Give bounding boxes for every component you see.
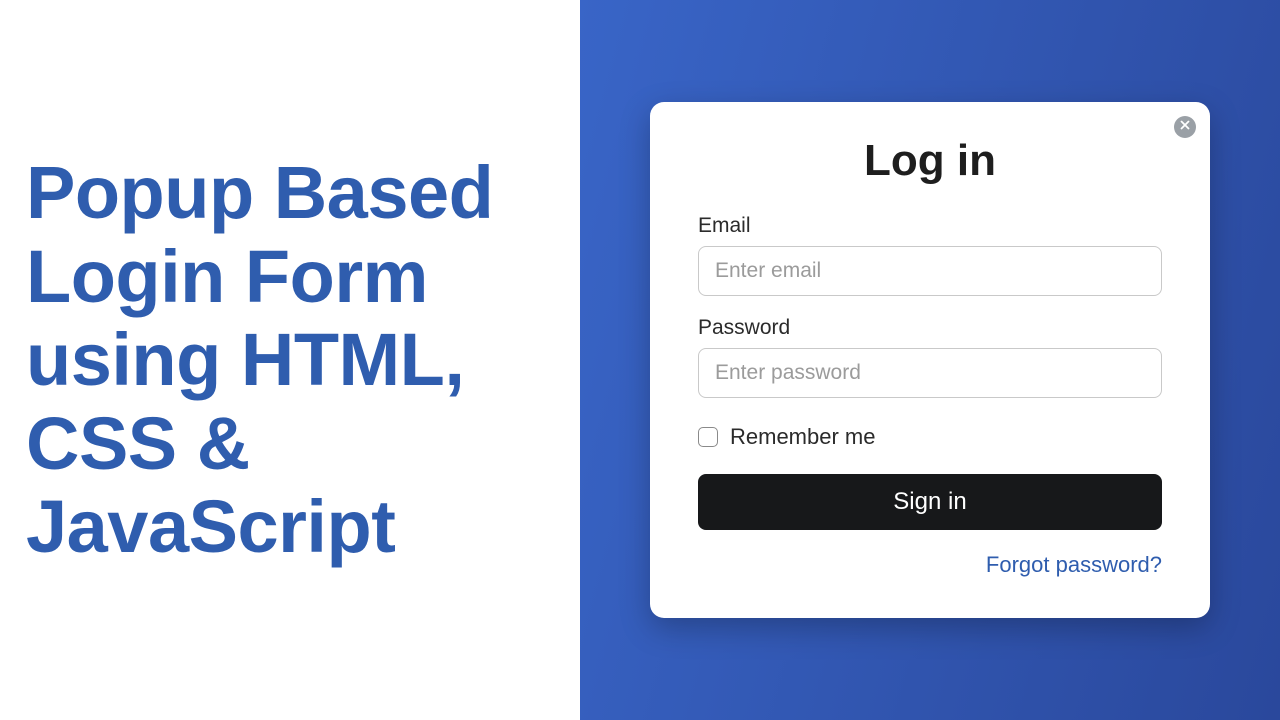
left-panel: Popup Based Login Form using HTML, CSS &… (0, 0, 580, 720)
forgot-password-link[interactable]: Forgot password? (986, 552, 1162, 577)
login-title: Log in (698, 136, 1162, 186)
signin-button[interactable]: Sign in (698, 474, 1162, 530)
remember-row: Remember me (698, 424, 1162, 450)
page-root: Popup Based Login Form using HTML, CSS &… (0, 0, 1280, 720)
password-group: Password (698, 316, 1162, 398)
email-group: Email (698, 214, 1162, 296)
login-popup: Log in Email Password Remember me Sign i… (650, 102, 1210, 618)
right-panel: Log in Email Password Remember me Sign i… (580, 0, 1280, 720)
close-button[interactable] (1174, 116, 1196, 138)
headline-text: Popup Based Login Form using HTML, CSS &… (26, 151, 550, 569)
password-label: Password (698, 316, 1162, 340)
email-label: Email (698, 214, 1162, 238)
close-icon (1179, 118, 1191, 136)
forgot-row: Forgot password? (698, 552, 1162, 578)
remember-label: Remember me (730, 424, 875, 450)
password-input[interactable] (698, 348, 1162, 398)
remember-checkbox[interactable] (698, 427, 718, 447)
email-input[interactable] (698, 246, 1162, 296)
